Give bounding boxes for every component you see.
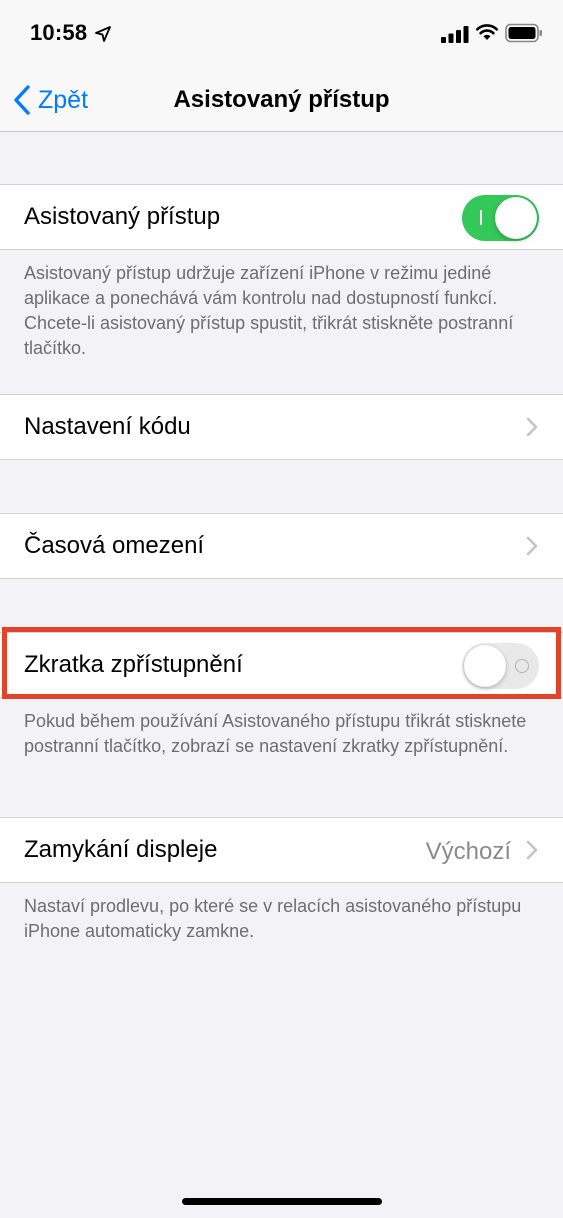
page-title: Asistovaný přístup: [173, 86, 390, 113]
passcode-settings-label: Nastavení kódu: [24, 413, 191, 440]
chevron-right-icon: [526, 536, 538, 556]
display-lock-footer: Nastaví prodlevu, po které se v relacích…: [24, 896, 522, 941]
guided-access-group: Asistovaný přístup: [0, 184, 563, 250]
battery-icon: [505, 23, 542, 43]
guided-access-footer: Asistovaný přístup udržuje zařízení iPho…: [24, 263, 514, 358]
status-time: 10:58: [30, 20, 88, 45]
wifi-icon: [475, 24, 499, 40]
cellular-signal-icon: [441, 26, 469, 43]
guided-access-label: Asistovaný přístup: [24, 203, 221, 230]
chevron-right-icon: [526, 417, 538, 437]
accessibility-shortcut-switch[interactable]: [462, 643, 539, 689]
location-arrow-icon: [95, 26, 111, 42]
switch-knob: [464, 645, 506, 687]
switch-knob: [495, 197, 537, 239]
accessibility-shortcut-group: Zkratka zpřístupnění: [0, 632, 563, 698]
switch-off-mark-icon: [515, 659, 529, 673]
accessibility-shortcut-footer: Pokud během používání Asistovaného příst…: [24, 711, 527, 756]
passcode-settings-row[interactable]: Nastavení kódu: [0, 395, 563, 459]
home-indicator[interactable]: [182, 1198, 382, 1205]
chevron-right-icon: [526, 840, 538, 860]
time-limits-row[interactable]: Časová omezení: [0, 514, 563, 578]
navigation-bar: Zpět Asistovaný přístup: [0, 68, 563, 132]
display-lock-row[interactable]: Zamykání displeje Výchozí: [0, 818, 563, 882]
time-limits-group: Časová omezení: [0, 513, 563, 579]
display-lock-value: Výchozí: [425, 838, 511, 865]
guided-access-switch[interactable]: [462, 195, 539, 241]
display-lock-label: Zamykání displeje: [24, 836, 218, 863]
time-limits-label: Časová omezení: [24, 532, 205, 559]
accessibility-shortcut-label: Zkratka zpřístupnění: [24, 651, 243, 678]
screen: 10:58 Zpět Asistovaný přístup Asistovaný…: [0, 0, 563, 1218]
guided-access-row: Asistovaný přístup: [0, 185, 563, 249]
accessibility-shortcut-row: Zkratka zpřístupnění: [0, 633, 563, 697]
display-lock-group: Zamykání displeje Výchozí: [0, 817, 563, 883]
status-bar: 10:58: [0, 0, 563, 68]
passcode-group: Nastavení kódu: [0, 394, 563, 460]
switch-on-mark-icon: [480, 210, 482, 225]
